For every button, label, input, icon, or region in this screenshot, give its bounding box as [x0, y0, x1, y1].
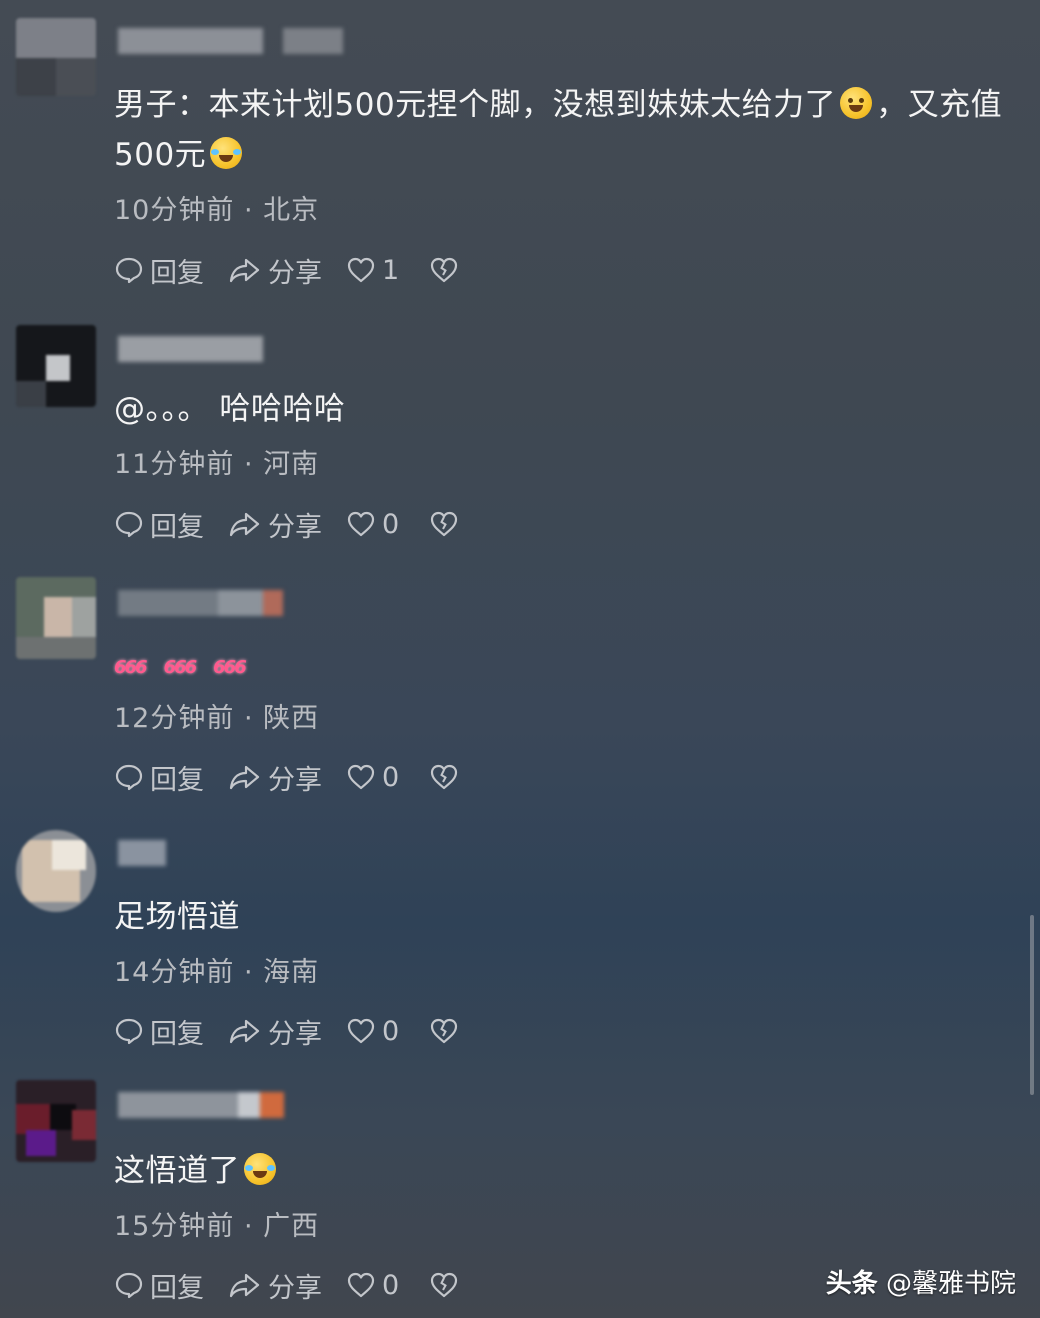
like-count: 0: [382, 508, 400, 540]
666-sticker: 666: [114, 657, 148, 678]
reply-button[interactable]: 回复: [114, 1266, 204, 1305]
share-arrow-icon: [229, 1019, 260, 1044]
broken-heart-icon: [431, 511, 458, 537]
username-blurred[interactable]: [118, 336, 263, 362]
reply-button[interactable]: 回复: [114, 251, 204, 290]
share-button[interactable]: 分享: [228, 758, 322, 797]
avatar[interactable]: [16, 830, 96, 912]
like-button[interactable]: 0: [346, 1016, 399, 1047]
like-button[interactable]: 1: [346, 255, 399, 286]
heart-icon: [347, 511, 375, 537]
comment-meta: 12分钟前 · 陕西: [114, 703, 320, 734]
share-button[interactable]: 分享: [228, 1266, 322, 1305]
dislike-button[interactable]: [429, 1270, 465, 1300]
like-button[interactable]: 0: [346, 1270, 399, 1301]
speech-bubble-icon: [115, 764, 143, 791]
comment-actions: 回复 分享 0: [114, 504, 489, 544]
speech-bubble-icon: [115, 1018, 143, 1045]
heart-icon: [347, 1272, 375, 1298]
comment-meta: 10分钟前 · 北京: [114, 195, 320, 226]
share-button[interactable]: 分享: [228, 251, 322, 290]
avatar[interactable]: [16, 18, 96, 96]
avatar[interactable]: [16, 1080, 96, 1162]
share-button[interactable]: 分享: [228, 1012, 322, 1051]
666-sticker: 666: [213, 657, 247, 678]
dislike-button[interactable]: [429, 509, 465, 539]
share-arrow-icon: [229, 765, 260, 790]
heart-icon: [347, 764, 375, 790]
share-arrow-icon: [229, 1273, 260, 1298]
heart-icon: [347, 257, 375, 283]
sweat-smile-emoji-icon: [840, 87, 873, 119]
like-button[interactable]: 0: [346, 762, 399, 793]
comment-actions: 回复 分享 0: [114, 1265, 489, 1305]
like-count: 0: [382, 1269, 400, 1301]
broken-heart-icon: [431, 257, 458, 283]
dislike-button[interactable]: [429, 762, 465, 792]
share-button[interactable]: 分享: [228, 505, 322, 544]
comment-text: 足场悟道: [114, 899, 240, 935]
like-count: 1: [382, 254, 400, 286]
broken-heart-icon: [431, 1018, 458, 1044]
comment-text: 这悟道了: [114, 1146, 1024, 1196]
comment-actions: 回复 分享 0: [114, 757, 489, 797]
username-blurred[interactable]: [118, 840, 166, 866]
dislike-button[interactable]: [429, 1016, 465, 1046]
comment-actions: 回复 分享 0: [114, 1011, 489, 1051]
like-count: 0: [382, 761, 400, 793]
comment-actions: 回复 分享 1: [114, 250, 489, 290]
broken-heart-icon: [431, 764, 458, 790]
comment-sticker: 666 666 666: [114, 638, 1024, 693]
speech-bubble-icon: [115, 511, 143, 538]
reply-button[interactable]: 回复: [114, 758, 204, 797]
laugh-cry-emoji-icon: [244, 1153, 276, 1185]
username-blurred[interactable]: [118, 1092, 284, 1118]
comment-meta: 14分钟前 · 海南: [114, 957, 320, 988]
avatar[interactable]: [16, 577, 96, 659]
reply-button[interactable]: 回复: [114, 1012, 204, 1051]
watermark: 头条 @馨雅书院: [826, 1263, 1016, 1300]
scrollbar[interactable]: [1030, 915, 1034, 1095]
dislike-button[interactable]: [429, 255, 465, 285]
heart-icon: [347, 1018, 375, 1044]
comment-meta: 11分钟前 · 河南: [114, 449, 320, 480]
comment-meta: 15分钟前 · 广西: [114, 1211, 320, 1242]
comment-text: @。。。 哈哈哈哈: [114, 391, 346, 427]
reply-button[interactable]: 回复: [114, 505, 204, 544]
username-blurred[interactable]: [118, 28, 343, 54]
laugh-cry-emoji-icon: [210, 137, 243, 169]
watermark-account: @馨雅书院: [885, 1269, 1016, 1299]
watermark-brand: 头条: [825, 1269, 878, 1299]
like-button[interactable]: 0: [346, 509, 399, 540]
like-count: 0: [382, 1015, 400, 1047]
speech-bubble-icon: [115, 257, 143, 284]
username-blurred[interactable]: [118, 590, 283, 616]
avatar[interactable]: [16, 325, 96, 407]
comment-text: 男子：本来计划500元捏个脚，没想到妹妹太给力了 ，又充值500元: [114, 87, 1003, 173]
666-sticker: 666: [163, 657, 198, 678]
broken-heart-icon: [431, 1272, 458, 1298]
share-arrow-icon: [229, 512, 260, 537]
speech-bubble-icon: [115, 1272, 143, 1299]
share-arrow-icon: [229, 258, 260, 283]
